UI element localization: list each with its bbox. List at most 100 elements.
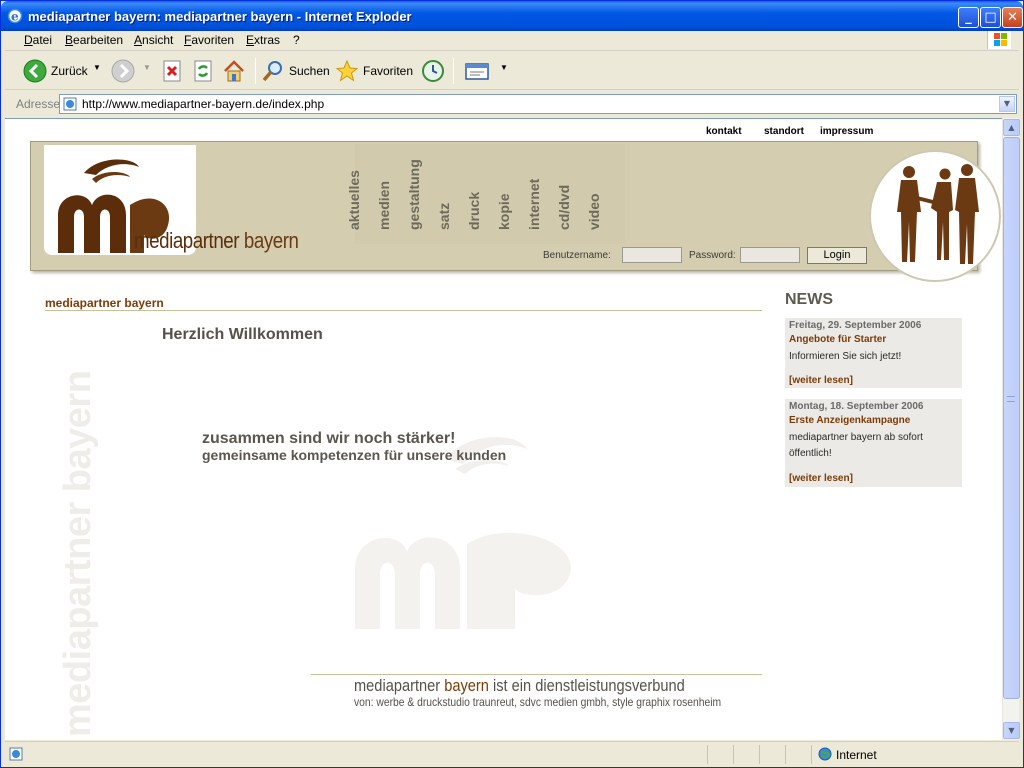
nav-label: cd/dvd bbox=[556, 184, 572, 230]
news-body: mediapartner bayern ab sofort öffentlich… bbox=[789, 432, 923, 459]
stop-icon bbox=[163, 60, 181, 82]
address-input[interactable]: http://www.mediapartner-bayern.de/index.… bbox=[59, 94, 1017, 114]
menu-extras[interactable]: Extras bbox=[246, 33, 280, 47]
minimize-icon: _ bbox=[965, 10, 972, 25]
welcome-heading: Herzlich Willkommen bbox=[162, 326, 323, 343]
mail-button[interactable]: ▼ bbox=[465, 58, 509, 84]
footer-part2: bayern bbox=[444, 676, 489, 695]
toolbar: Zurück ▼ ▼ Suchen Favoriten ▼ bbox=[5, 52, 1019, 90]
star-icon bbox=[335, 59, 359, 82]
footer-divider bbox=[311, 674, 762, 675]
news-headline[interactable]: Angebote für Starter bbox=[789, 334, 886, 345]
toolbar-separator bbox=[255, 58, 256, 84]
security-zone[interactable]: Internet bbox=[811, 745, 1011, 764]
refresh-button[interactable] bbox=[191, 58, 215, 84]
globe-icon bbox=[818, 747, 832, 761]
menu-bar: Datei Bearbeiten Ansicht Favoriten Extra… bbox=[5, 31, 1019, 51]
link-standort[interactable]: standort bbox=[764, 126, 804, 137]
news-body: Informieren Sie sich jetzt! bbox=[789, 351, 902, 362]
footer-part3: ist ein dienstleistungsverbund bbox=[492, 676, 685, 695]
address-url: http://www.mediapartner-bayern.de/index.… bbox=[82, 97, 325, 111]
browser-window: e mediapartner bayern: mediapartner baye… bbox=[0, 0, 1024, 768]
minimize-button[interactable]: _ bbox=[958, 7, 979, 28]
home-button[interactable] bbox=[222, 58, 246, 84]
username-label: Benutzername: bbox=[543, 250, 611, 261]
brand-part1: mediapartner bbox=[134, 228, 240, 253]
close-button[interactable]: ✕ bbox=[1002, 7, 1023, 28]
nav-label: satz bbox=[436, 202, 452, 230]
scroll-up-icon[interactable]: ▲ bbox=[1003, 119, 1020, 136]
forward-button[interactable]: ▼ bbox=[111, 58, 151, 84]
history-button[interactable] bbox=[421, 58, 445, 84]
status-cell bbox=[707, 745, 733, 764]
refresh-icon bbox=[194, 60, 212, 82]
link-kontakt[interactable]: kontakt bbox=[706, 126, 742, 137]
search-icon bbox=[262, 61, 282, 82]
section-divider bbox=[45, 310, 762, 311]
address-dropdown-icon[interactable]: ▼ bbox=[999, 96, 1015, 112]
search-button[interactable]: Suchen bbox=[261, 58, 331, 84]
brand-part2: bayern bbox=[243, 228, 299, 253]
news-headline[interactable]: Erste Anzeigenkampagne bbox=[789, 415, 910, 426]
favorites-label: Favoriten bbox=[363, 64, 414, 78]
status-bar: Internet bbox=[5, 741, 1019, 765]
slogan-line2: gemeinsame kompetenzen für unsere kunden bbox=[202, 447, 507, 463]
link-impressum[interactable]: impressum bbox=[820, 126, 873, 137]
internet-explorer-icon: e bbox=[7, 8, 23, 24]
maximize-icon: □ bbox=[984, 10, 997, 25]
nav-video[interactable]: video bbox=[586, 150, 624, 230]
zone-label: Internet bbox=[836, 748, 877, 762]
footer-tagline: mediapartner bayern ist ein dienstleistu… bbox=[354, 676, 685, 696]
people-illustration bbox=[869, 150, 1001, 282]
watermark-text: mediapartner bayern bbox=[57, 370, 99, 737]
home-icon bbox=[224, 60, 244, 82]
menu-ansicht[interactable]: Ansicht bbox=[134, 33, 173, 47]
news-read-more[interactable]: [weiter lesen] bbox=[789, 375, 853, 386]
news-read-more[interactable]: [weiter lesen] bbox=[789, 473, 853, 484]
back-dropdown-icon[interactable]: ▼ bbox=[93, 63, 101, 72]
news-heading: NEWS bbox=[785, 291, 833, 308]
password-label: Password: bbox=[689, 250, 736, 261]
history-icon bbox=[422, 60, 444, 82]
scrollbar-grip bbox=[1007, 396, 1015, 402]
address-bar: Adresse http://www.mediapartner-bayern.d… bbox=[5, 91, 1019, 117]
login-button[interactable]: Login bbox=[807, 247, 867, 264]
status-cell bbox=[733, 745, 759, 764]
nav-label: aktuelles bbox=[346, 170, 362, 230]
back-label: Zurück bbox=[51, 64, 88, 78]
scroll-down-icon[interactable]: ▼ bbox=[1003, 722, 1020, 739]
close-icon: ✕ bbox=[1007, 10, 1018, 25]
status-cell bbox=[759, 745, 785, 764]
favorites-button[interactable]: Favoriten bbox=[335, 58, 415, 84]
status-cell bbox=[785, 745, 811, 764]
username-field[interactable] bbox=[622, 247, 682, 263]
scrollbar-thumb[interactable] bbox=[1003, 137, 1020, 699]
site-brand-name: mediapartner bayern bbox=[134, 228, 299, 254]
nav-label: internet bbox=[526, 178, 542, 230]
windows-logo-icon bbox=[987, 31, 1011, 49]
business-people-icon bbox=[897, 164, 979, 264]
news-date: Montag, 18. September 2006 bbox=[789, 401, 924, 412]
menu-help[interactable]: ? bbox=[293, 33, 300, 47]
forward-dropdown-icon[interactable]: ▼ bbox=[143, 63, 151, 72]
footer-part1: mediapartner bbox=[354, 676, 441, 695]
maximize-button[interactable]: □ bbox=[980, 7, 1001, 28]
menu-favoriten[interactable]: Favoriten bbox=[184, 33, 234, 47]
back-button[interactable]: Zurück ▼ bbox=[23, 58, 103, 84]
nav-label: druck bbox=[466, 191, 482, 230]
forward-arrow-icon bbox=[111, 59, 135, 83]
news-item: Montag, 18. September 2006 Erste Anzeige… bbox=[785, 399, 962, 487]
password-field[interactable] bbox=[740, 247, 800, 263]
mail-icon bbox=[465, 63, 489, 80]
page-status-icon bbox=[9, 747, 23, 761]
stop-button[interactable] bbox=[160, 58, 184, 84]
title-bar[interactable]: e mediapartner bayern: mediapartner baye… bbox=[1, 1, 1023, 31]
nav-label: gestaltung bbox=[406, 159, 422, 230]
footer-members: von: werbe & druckstudio traunreut, sdvc… bbox=[354, 695, 722, 709]
menu-datei[interactable]: Datei bbox=[24, 33, 52, 47]
vertical-scrollbar[interactable]: ▲ ▼ bbox=[1002, 118, 1020, 740]
page-viewport: kontakt standort impressum mediapartner … bbox=[5, 118, 1002, 740]
mail-dropdown-icon[interactable]: ▼ bbox=[500, 63, 508, 72]
toolbar-separator bbox=[453, 58, 454, 84]
menu-bearbeiten[interactable]: Bearbeiten bbox=[65, 33, 123, 47]
